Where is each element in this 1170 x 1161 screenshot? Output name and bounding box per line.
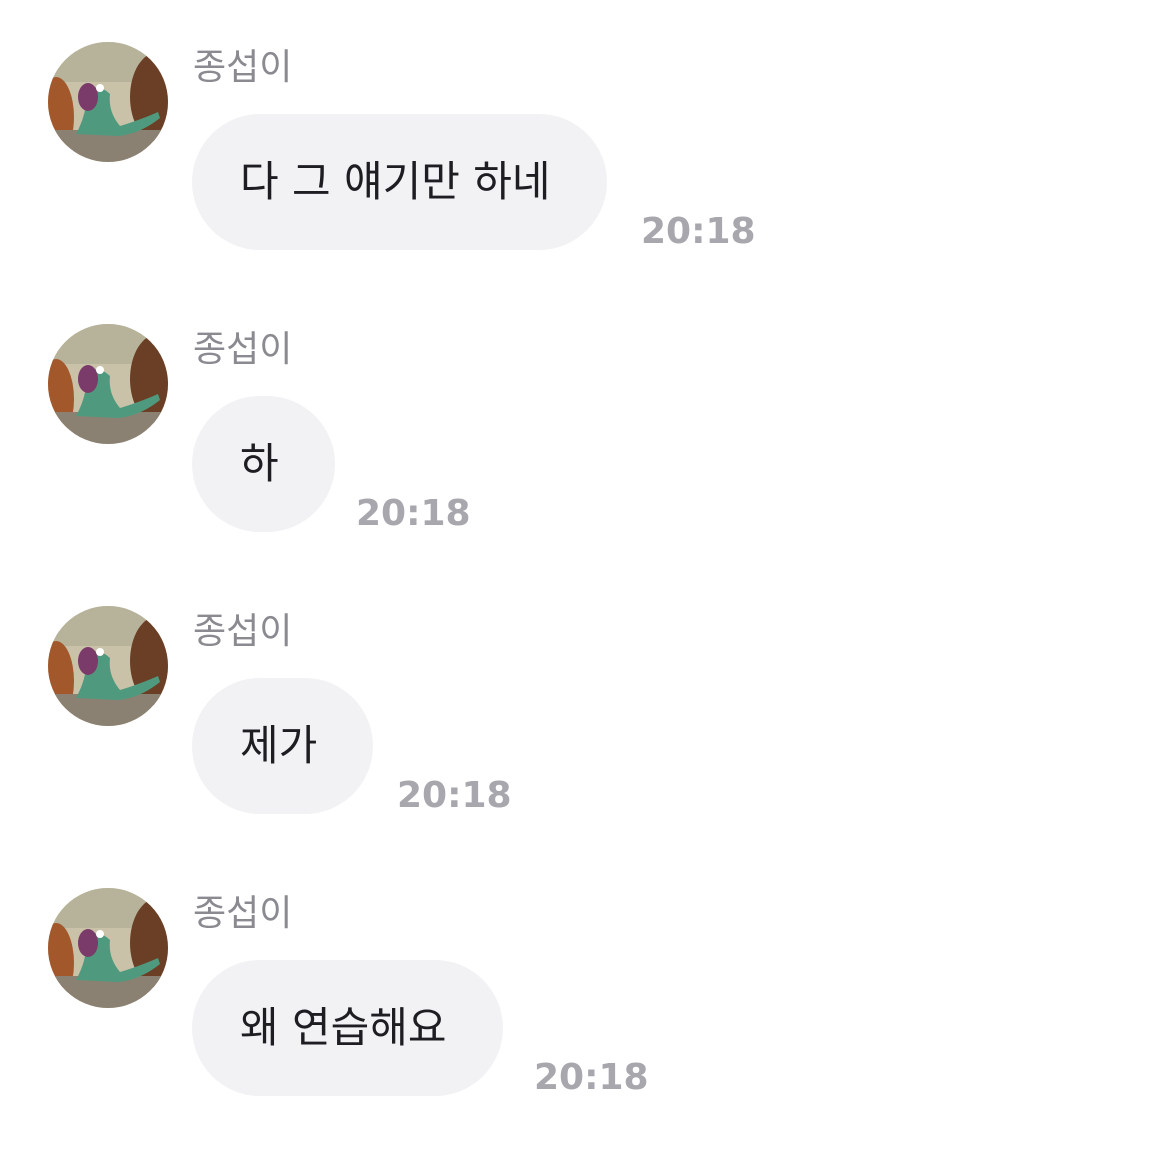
message-text: 하 <box>240 439 279 488</box>
message-bubble[interactable]: 다 그 얘기만 하네 <box>192 114 607 250</box>
message-bubble[interactable]: 하 <box>192 396 335 532</box>
chat-message: 종섭이 왜 연습해요 20:18 <box>0 888 1170 1118</box>
lizard-avatar-icon <box>48 606 168 726</box>
message-text: 제가 <box>240 721 318 770</box>
avatar[interactable] <box>48 324 168 444</box>
chat-message: 종섭이 하 20:18 <box>0 324 1170 554</box>
message-timestamp: 20:18 <box>397 775 512 816</box>
message-timestamp: 20:18 <box>534 1057 649 1098</box>
sender-name: 종섭이 <box>193 47 293 88</box>
lizard-avatar-icon <box>48 42 168 162</box>
chat-message: 종섭이 다 그 얘기만 하네 20:18 <box>0 42 1170 272</box>
avatar[interactable] <box>48 888 168 1008</box>
message-text: 왜 연습해요 <box>240 1003 447 1052</box>
message-text: 다 그 얘기만 하네 <box>240 157 551 206</box>
message-timestamp: 20:18 <box>356 493 471 534</box>
lizard-avatar-icon <box>48 324 168 444</box>
sender-name: 종섭이 <box>193 893 293 934</box>
avatar[interactable] <box>48 42 168 162</box>
avatar[interactable] <box>48 606 168 726</box>
sender-name: 종섭이 <box>193 611 293 652</box>
sender-name: 종섭이 <box>193 329 293 370</box>
message-bubble[interactable]: 제가 <box>192 678 374 814</box>
chat-message: 종섭이 제가 20:18 <box>0 606 1170 836</box>
message-bubble[interactable]: 왜 연습해요 <box>192 960 503 1096</box>
lizard-avatar-icon <box>48 888 168 1008</box>
message-timestamp: 20:18 <box>641 211 756 252</box>
